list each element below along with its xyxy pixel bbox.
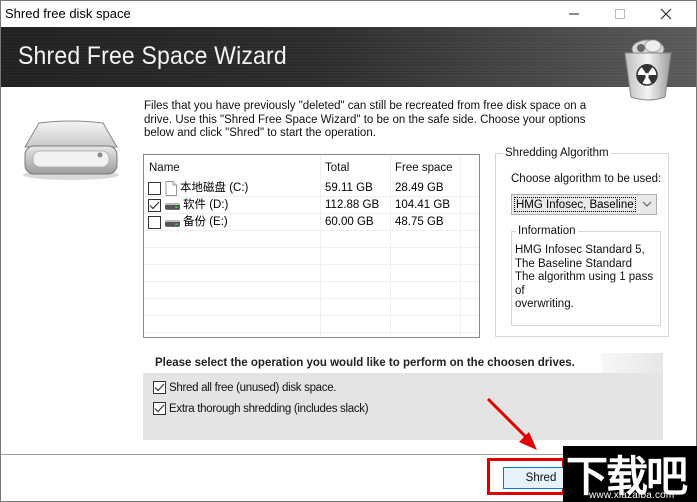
file-drive-icon — [165, 181, 177, 196]
extra-thorough-checkbox[interactable] — [153, 402, 166, 415]
radioactive-bin-icon — [624, 39, 672, 101]
operations-title: Please select the operation you would li… — [155, 357, 575, 369]
algorithm-select[interactable]: HMG Infosec, Baseline — [511, 194, 657, 215]
drive-row-d[interactable]: 软件 (D:) 112.88 GB 104.41 GB — [144, 197, 479, 214]
annotation-arrow-icon — [486, 397, 537, 450]
title-bar: Shred free disk space — [1, 1, 696, 27]
drive-c-free: 28.49 GB — [395, 182, 444, 194]
watermark-url: www.xiazaiba.com — [589, 490, 675, 501]
maximize-button[interactable] — [597, 1, 643, 27]
minimize-icon — [569, 13, 579, 15]
drive-d-free: 104.41 GB — [395, 199, 450, 211]
drive-e-checkbox[interactable] — [148, 216, 161, 229]
watermark: 下载吧 www.xiazaiba.com — [563, 446, 697, 502]
close-icon — [660, 8, 672, 20]
info-line: The algorithm using 1 pass of — [515, 271, 654, 297]
grid-line — [144, 281, 479, 282]
grid-line — [144, 247, 479, 248]
shredding-algorithm-group: Shredding Algorithm Choose algorithm to … — [495, 147, 669, 337]
drive-d-total: 112.88 GB — [325, 199, 380, 211]
drive-row-e[interactable]: 备份 (E:) 60.00 GB 48.75 GB — [144, 214, 479, 231]
grid-line — [144, 298, 479, 299]
drive-row-c[interactable]: 本地磁盘 (C:) 59.11 GB 28.49 GB — [144, 180, 479, 197]
check-icon — [149, 201, 160, 210]
header-fade — [601, 353, 663, 373]
column-header-total[interactable]: Total — [320, 155, 390, 179]
drive-list[interactable]: Name Total Free space 本地磁盘 (C:) 59.11 GB… — [143, 154, 480, 338]
operations-header: Please select the operation you would li… — [143, 353, 663, 373]
wizard-banner: Shred Free Space Wizard — [1, 27, 696, 87]
grid-line — [144, 264, 479, 265]
info-line: HMG Infosec Standard 5, — [515, 244, 645, 256]
column-header-name[interactable]: Name — [144, 155, 320, 179]
information-group: Information HMG Infosec Standard 5, The … — [511, 225, 661, 326]
drive-e-free: 48.75 GB — [395, 216, 444, 228]
check-icon — [154, 404, 165, 413]
grid-line — [144, 332, 479, 333]
hard-drive-icon — [165, 219, 180, 227]
info-line: The Baseline Standard — [515, 257, 632, 270]
drive-e-total: 60.00 GB — [325, 216, 374, 228]
chevron-down-icon — [642, 201, 652, 207]
column-header-free-space[interactable]: Free space — [390, 155, 460, 179]
shred-free-space-window: Shred free disk space Shred Free Space W… — [0, 0, 697, 502]
large-drive-icon — [23, 120, 119, 180]
information-label: Information — [516, 225, 578, 237]
close-button[interactable] — [643, 1, 689, 27]
info-line: overwriting. — [515, 298, 574, 310]
intro-text: Files that you have previously "deleted"… — [144, 100, 587, 139]
option-shred-free-space[interactable]: Shred all free (unused) disk space. — [153, 381, 337, 394]
drive-e-name: 备份 (E:) — [183, 216, 228, 228]
hard-drive-icon — [165, 202, 180, 210]
drive-c-checkbox[interactable] — [148, 182, 161, 195]
drive-d-name: 软件 (D:) — [183, 199, 229, 211]
maximize-icon — [615, 9, 625, 19]
shred-free-space-label: Shred all free (unused) disk space. — [169, 381, 337, 394]
algorithm-info-text: HMG Infosec Standard 5, The Baseline Sta… — [515, 244, 660, 312]
grid-line — [144, 315, 479, 316]
check-icon — [154, 383, 165, 392]
drive-d-checkbox[interactable] — [148, 199, 161, 212]
option-extra-thorough[interactable]: Extra thorough shredding (includes slack… — [153, 402, 369, 415]
choose-algorithm-label: Choose algorithm to be used: — [511, 173, 662, 185]
wizard-title: Shred Free Space Wizard — [18, 42, 287, 70]
drive-list-header: Name Total Free space — [144, 155, 479, 179]
shredding-algorithm-label: Shredding Algorithm — [503, 147, 611, 159]
extra-thorough-label: Extra thorough shredding (includes slack… — [169, 402, 369, 415]
algorithm-selected-value: HMG Infosec, Baseline — [514, 197, 636, 212]
window-title: Shred free disk space — [5, 6, 131, 21]
drive-c-name: 本地磁盘 (C:) — [180, 182, 249, 194]
shred-free-space-checkbox[interactable] — [153, 381, 166, 394]
operations-panel: Shred all free (unused) disk space. Extr… — [143, 373, 663, 440]
drive-c-total: 59.11 GB — [325, 182, 373, 194]
minimize-button[interactable] — [551, 1, 597, 27]
